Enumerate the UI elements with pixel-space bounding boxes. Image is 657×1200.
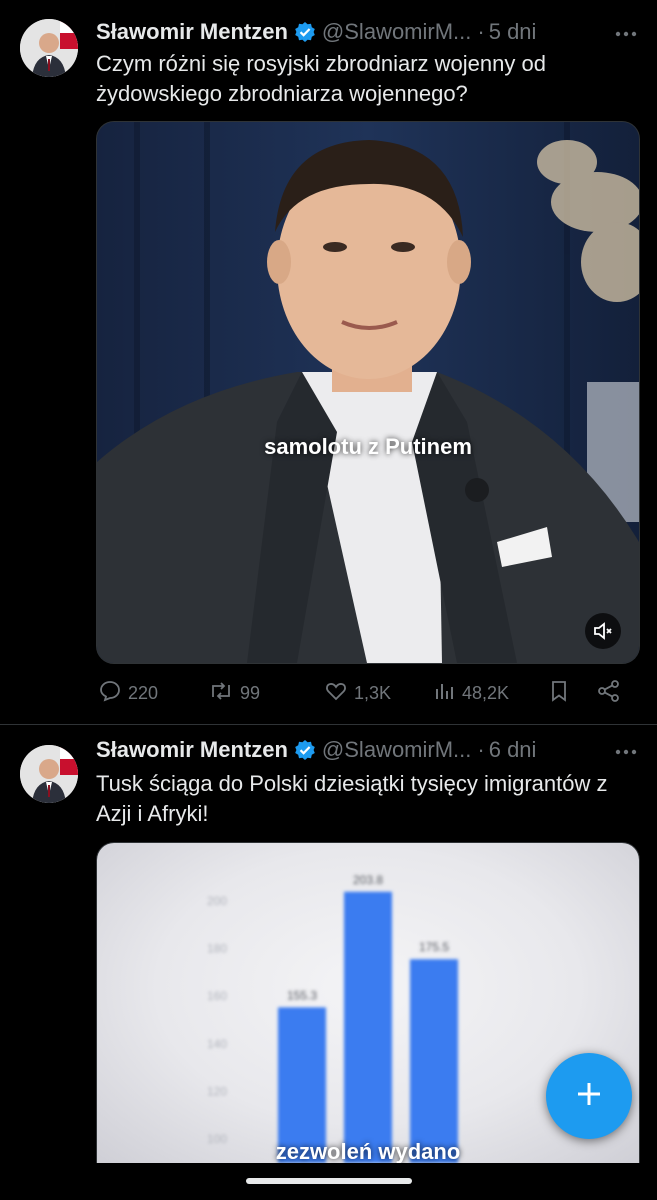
bar-data-label: 175.5	[419, 940, 449, 954]
views-count: 48,2K	[462, 683, 510, 703]
author-handle[interactable]: @SlawomirM...	[322, 737, 471, 763]
repost-icon	[208, 679, 240, 708]
author-handle[interactable]: @SlawomirM...	[322, 19, 471, 45]
tweet-header: Sławomir Mentzen @SlawomirM... · 5 dni	[96, 15, 637, 49]
avatar[interactable]	[20, 745, 78, 803]
author-name[interactable]: Sławomir Mentzen	[96, 737, 288, 763]
bookmark-icon	[548, 679, 576, 708]
reply-button[interactable]: 220	[98, 679, 158, 708]
home-indicator[interactable]	[246, 1178, 412, 1184]
timestamp[interactable]: 6 dni	[489, 737, 537, 763]
reply-count: 220	[128, 683, 159, 703]
y-tick-label: 120	[207, 1085, 227, 1099]
video-caption: zezwoleń wydano	[275, 1139, 461, 1163]
chart-bar	[344, 891, 392, 1163]
compose-button[interactable]	[546, 1053, 632, 1139]
tweet-text: Czym różni się rosyjski zbrodniarz wojen…	[96, 51, 546, 106]
mute-icon[interactable]	[585, 613, 621, 649]
video-player[interactable]: samolotu z Putinem	[96, 121, 640, 664]
y-tick-label: 180	[207, 942, 227, 956]
more-icon[interactable]	[615, 735, 637, 761]
repost-count: 99	[240, 683, 261, 703]
y-tick-label: 140	[207, 1037, 227, 1051]
bar-data-label: 203.8	[353, 873, 383, 887]
verified-badge-icon	[294, 739, 316, 761]
views-button[interactable]: 48,2K	[434, 679, 509, 708]
avatar[interactable]	[20, 19, 78, 77]
tweet-header: Sławomir Mentzen @SlawomirM... · 6 dni	[96, 733, 637, 767]
separator-dot: ·	[477, 737, 485, 762]
tweet-1[interactable]: Sławomir Mentzen @SlawomirM... · 5 dni C…	[0, 0, 657, 725]
share-icon	[596, 679, 628, 708]
like-button[interactable]: 1,3K	[324, 679, 391, 708]
video-caption: samolotu z Putinem	[264, 434, 472, 459]
share-button[interactable]	[596, 679, 628, 708]
reply-icon	[98, 679, 128, 708]
author-name[interactable]: Sławomir Mentzen	[96, 19, 288, 45]
more-icon[interactable]	[615, 17, 637, 43]
timestamp[interactable]: 5 dni	[489, 19, 537, 45]
tweet-actions: 220 99 1,3K 48,2K	[96, 679, 636, 709]
tweet-2[interactable]: Sławomir Mentzen @SlawomirM... · 6 dni T…	[0, 725, 657, 1200]
bar-data-label: 155.3	[287, 988, 317, 1002]
video-frame	[97, 122, 639, 663]
bookmark-button[interactable]	[548, 679, 576, 708]
chart-bar	[410, 959, 458, 1163]
verified-badge-icon	[294, 21, 316, 43]
tweet-text: Tusk ściąga do Polski dziesiątki tysięcy…	[96, 771, 608, 826]
like-count: 1,3K	[354, 683, 392, 703]
compose-icon	[574, 1079, 604, 1114]
y-tick-label: 160	[207, 989, 227, 1003]
separator-dot: ·	[477, 19, 485, 44]
y-tick-label: 200	[207, 894, 227, 908]
like-icon	[324, 679, 354, 708]
repost-button[interactable]: 99	[208, 679, 260, 708]
views-icon	[434, 679, 462, 708]
